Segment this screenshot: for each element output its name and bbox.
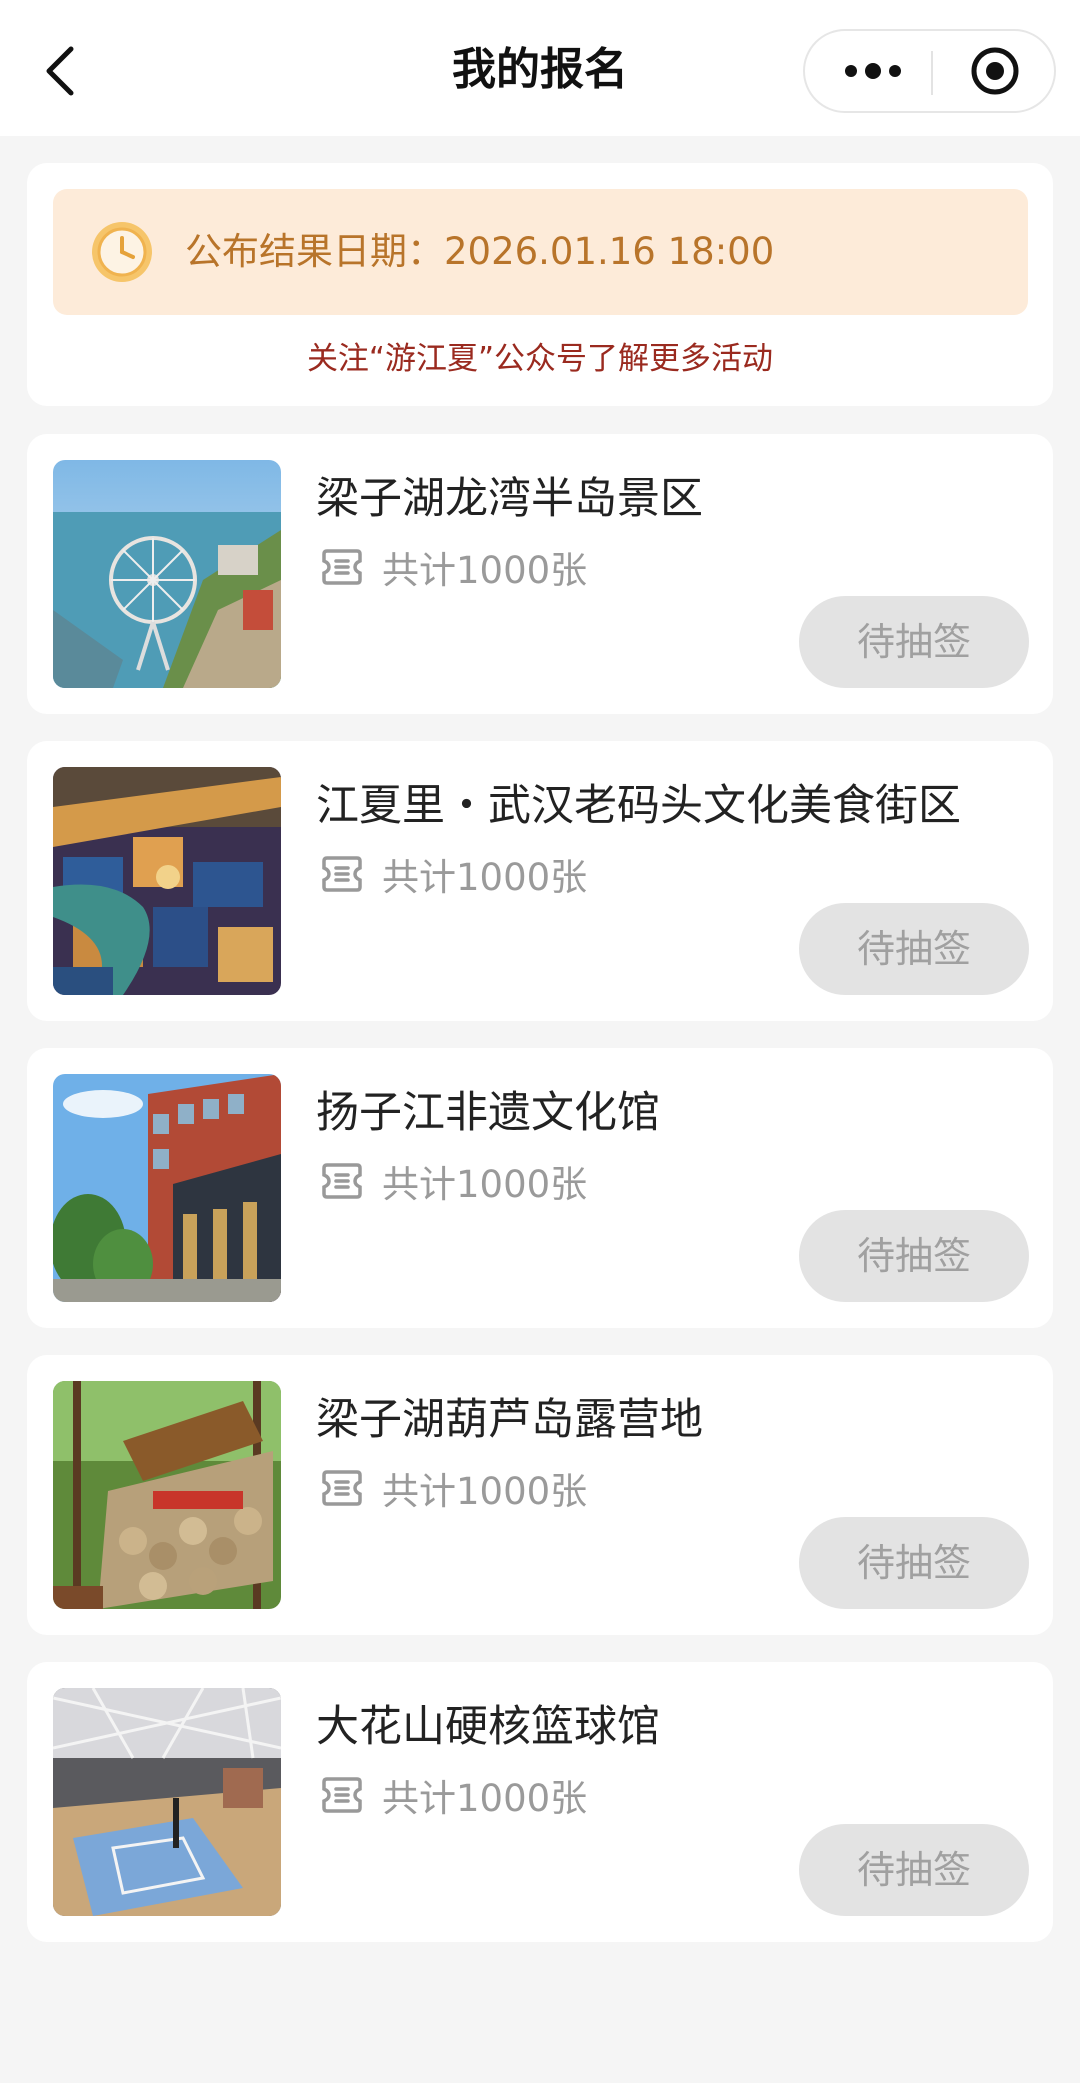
ticket-count-row: 共计1000张 xyxy=(320,1463,587,1513)
target-circle-icon xyxy=(971,47,1019,95)
more-button[interactable] xyxy=(823,31,923,111)
venue-card[interactable]: 梁子湖龙湾半岛景区 共计1000张 待抽签 xyxy=(27,434,1053,714)
result-date-banner: 公布结果日期：2026.01.16 18:00 xyxy=(53,189,1028,315)
ticket-count: 共计1000张 xyxy=(382,856,588,899)
night-food-street-aerial-photo xyxy=(53,767,281,995)
venue-card[interactable]: 大花山硬核篮球馆 共计1000张 待抽签 xyxy=(27,1662,1053,1942)
more-dots-icon xyxy=(845,63,901,79)
ticket-count-row: 共计1000张 xyxy=(320,542,587,592)
venue-name: 大花山硬核篮球馆 xyxy=(316,1702,660,1752)
ticket-count-row: 共计1000张 xyxy=(320,1770,587,1820)
pending-lottery-button[interactable]: 待抽签 xyxy=(799,1824,1029,1916)
capsule-divider xyxy=(931,51,933,95)
indoor-basketball-court-photo xyxy=(53,1688,281,1916)
ticket-icon xyxy=(320,1469,364,1507)
venue-card[interactable]: 江夏里・武汉老码头文化美食街区 共计1000张 待抽签 xyxy=(27,741,1053,1021)
close-mini-program-button[interactable] xyxy=(945,31,1045,111)
follow-official-account-link[interactable]: 关注“游江夏”公众号了解更多活动 xyxy=(27,333,1053,378)
mini-program-capsule xyxy=(803,29,1056,113)
venue-name: 梁子湖葫芦岛露营地 xyxy=(316,1395,703,1445)
venue-name: 扬子江非遗文化馆 xyxy=(316,1088,660,1138)
clock-icon xyxy=(92,222,152,282)
ticket-count-row: 共计1000张 xyxy=(320,849,587,899)
venue-name: 江夏里・武汉老码头文化美食街区 xyxy=(316,781,961,831)
ticket-icon xyxy=(320,548,364,586)
ticket-icon xyxy=(320,1162,364,1200)
venue-name: 梁子湖龙湾半岛景区 xyxy=(316,474,703,524)
pending-lottery-button[interactable]: 待抽签 xyxy=(799,1210,1029,1302)
ticket-icon xyxy=(320,1776,364,1814)
ticket-count-row: 共计1000张 xyxy=(320,1156,587,1206)
result-notice-card: 公布结果日期：2026.01.16 18:00 关注“游江夏”公众号了解更多活动 xyxy=(27,163,1053,406)
ticket-count: 共计1000张 xyxy=(382,1470,588,1513)
ticket-count: 共计1000张 xyxy=(382,1777,588,1820)
ticket-count: 共计1000张 xyxy=(382,1163,588,1206)
pending-lottery-button[interactable]: 待抽签 xyxy=(799,1517,1029,1609)
venue-card[interactable]: 梁子湖葫芦岛露营地 共计1000张 待抽签 xyxy=(27,1355,1053,1635)
ticket-count: 共计1000张 xyxy=(382,549,588,592)
cultural-museum-building-photo xyxy=(53,1074,281,1302)
lakeside-ferris-wheel-photo xyxy=(53,460,281,688)
pending-lottery-button[interactable]: 待抽签 xyxy=(799,903,1029,995)
pending-lottery-button[interactable]: 待抽签 xyxy=(799,596,1029,688)
result-publish-date: 公布结果日期：2026.01.16 18:00 xyxy=(185,230,775,273)
venue-card[interactable]: 扬子江非遗文化馆 共计1000张 待抽签 xyxy=(27,1048,1053,1328)
ticket-icon xyxy=(320,855,364,893)
stone-sign-campsite-photo xyxy=(53,1381,281,1609)
top-navigation-bar: 我的报名 xyxy=(0,0,1080,136)
registration-list: 梁子湖龙湾半岛景区 共计1000张 待抽签 江夏里・武汉老码头文化美食街区 共计… xyxy=(27,434,1053,1969)
